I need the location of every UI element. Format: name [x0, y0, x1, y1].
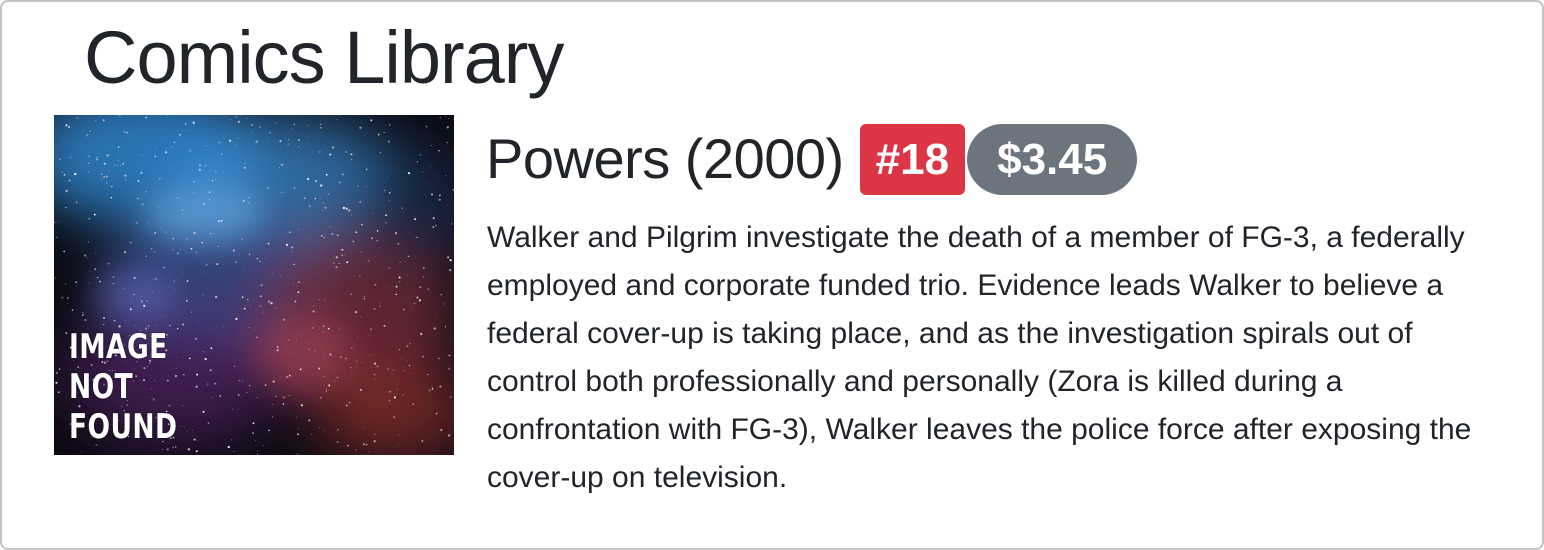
- cover-line-2: NOT: [69, 367, 134, 407]
- price-badge: $3.45: [967, 123, 1138, 195]
- page-title: Comics Library: [84, 16, 564, 99]
- comic-cover-image: IMAGE NOT FOUND: [54, 115, 454, 455]
- comic-description: Walker and Pilgrim investigate the death…: [487, 221, 1472, 494]
- comic-heading: Powers (2000) #18 $3.45: [486, 123, 1138, 195]
- cover-line-3: FOUND: [69, 407, 178, 447]
- issue-number-badge: #18: [859, 123, 966, 195]
- cover-line-1: IMAGE: [69, 327, 168, 367]
- browser-viewport: Comics Library IMAGE NOT FOUND Powers (2…: [0, 0, 1544, 550]
- comic-title: Powers (2000): [486, 127, 844, 190]
- image-not-found-label: IMAGE NOT FOUND: [69, 327, 177, 447]
